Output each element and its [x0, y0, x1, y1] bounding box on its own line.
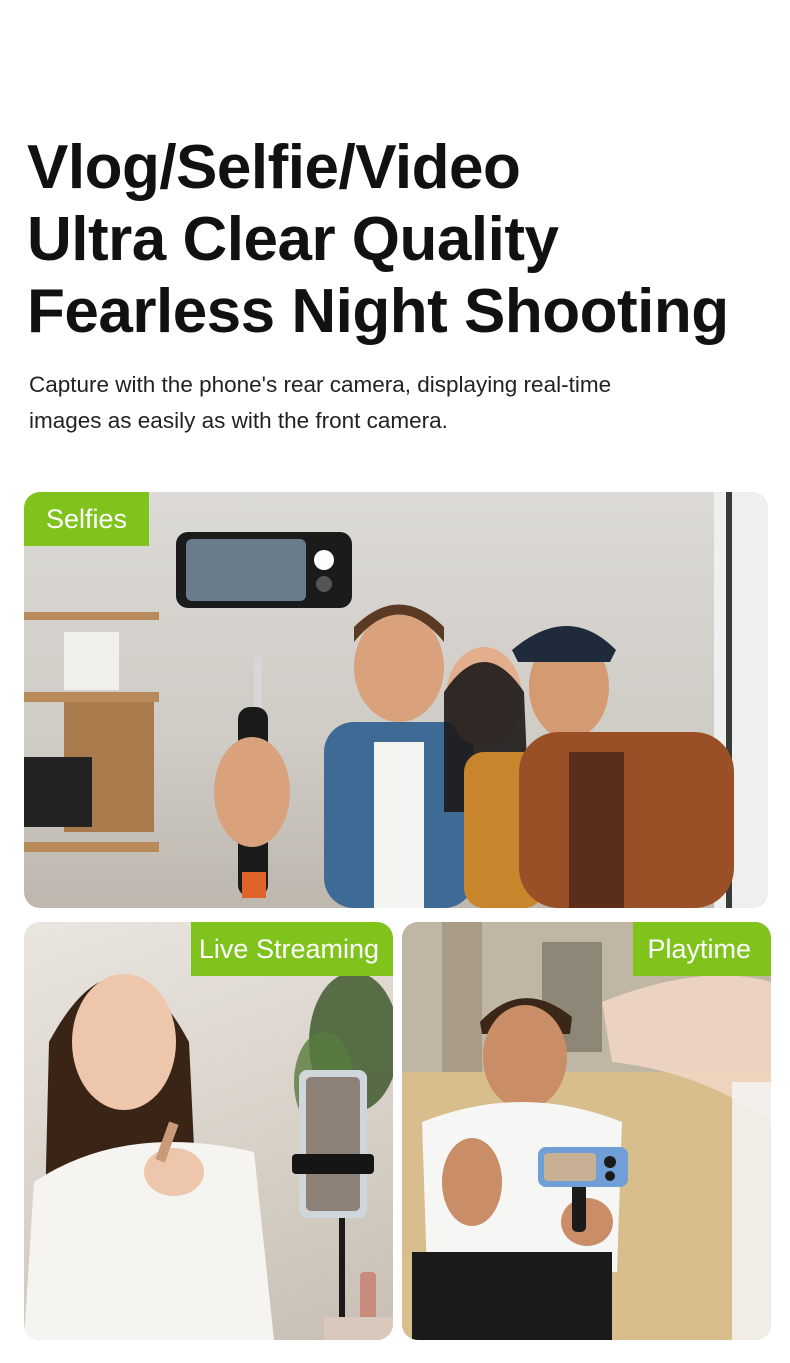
selfies-tag: Selfies: [24, 492, 150, 546]
selfies-photo: Selfies: [24, 492, 768, 908]
headline-line-1: Vlog/Selfie/Video: [27, 133, 521, 202]
selfies-scene-illustration: [24, 492, 768, 908]
headline: Vlog/Selfie/Video Ultra Clear Quality Fe…: [27, 132, 729, 348]
subtitle-line-2: images as easily as with the front camer…: [29, 408, 448, 433]
playtime-tag: Playtime: [633, 922, 771, 976]
live-streaming-photo: Live Streaming: [24, 922, 393, 1340]
subtitle: Capture with the phone's rear camera, di…: [29, 367, 729, 439]
headline-line-2: Ultra Clear Quality: [27, 205, 559, 274]
live-streaming-tag: Live Streaming: [190, 922, 393, 976]
playtime-scene-illustration: [402, 922, 771, 1340]
subtitle-line-1: Capture with the phone's rear camera, di…: [29, 372, 612, 397]
playtime-photo: Playtime: [402, 922, 771, 1340]
live-streaming-scene-illustration: [24, 922, 393, 1340]
headline-line-3: Fearless Night Shooting: [27, 277, 729, 346]
